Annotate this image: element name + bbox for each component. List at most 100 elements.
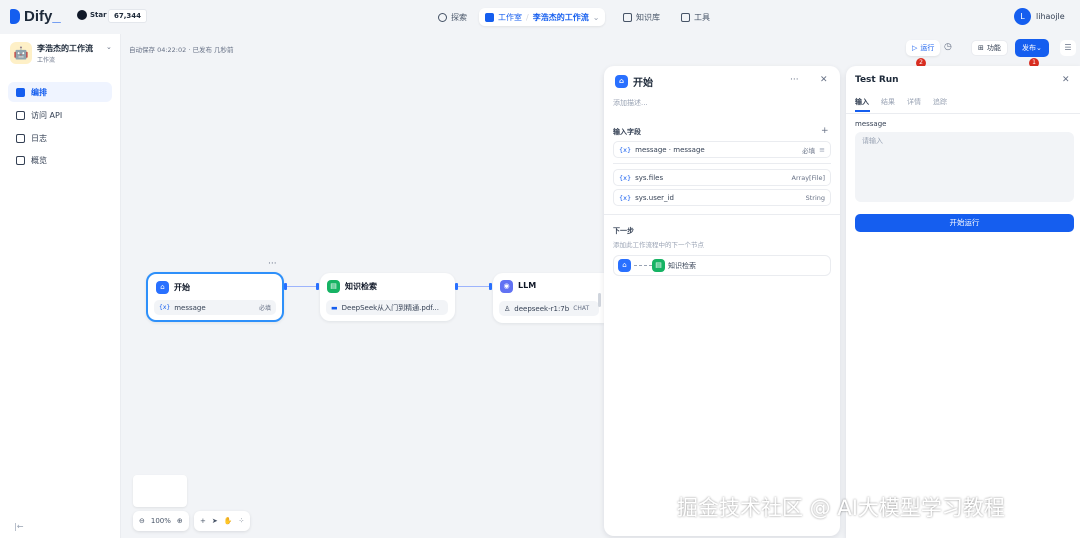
logo-text: Dify [24, 8, 53, 25]
breadcrumb-app[interactable]: 李浩杰的工作流 [533, 12, 589, 23]
studio-icon [485, 12, 494, 22]
username[interactable]: lihaojle [1036, 12, 1065, 21]
autosave-status: 自动保存 04:22:02 · 已发布 几秒前 [129, 46, 234, 54]
play-icon: ▷ [912, 44, 918, 52]
field-type: Array[File] [791, 173, 825, 182]
nav-knowledge[interactable]: 知识库 [617, 8, 666, 26]
sidebar-item-label: 访问 API [31, 110, 63, 120]
variable-icon: {x} [159, 304, 171, 311]
run-button[interactable]: ▷ 运行 [906, 40, 941, 56]
terminal-icon [16, 110, 25, 120]
nav-tools-label: 工具 [694, 12, 710, 22]
file-icon [16, 133, 25, 143]
home-icon: ⌂ [615, 75, 628, 88]
zoom-out-icon[interactable]: ⊖ [139, 517, 145, 525]
nav-studio[interactable]: 工作室 / 李浩杰的工作流 ⌄ [479, 8, 606, 26]
tab-detail[interactable]: 详情 [907, 98, 921, 106]
divider [613, 163, 831, 164]
sidebar-item-orchestrate[interactable]: 编排 [8, 82, 112, 102]
sidebar-item-api[interactable]: 访问 API [8, 105, 112, 125]
sidebar-item-overview[interactable]: 概览 [8, 150, 112, 170]
more-icon[interactable]: ··· [268, 259, 277, 269]
knowledge-icon: ▤ [652, 259, 665, 272]
github-icon [77, 10, 87, 20]
input-field-row[interactable]: {x} message · message 必填 ≡ [613, 141, 831, 158]
chevron-down-icon: ⌄ [1036, 44, 1042, 52]
sidebar-item-logs[interactable]: 日志 [8, 128, 112, 148]
orchestrate-icon [16, 87, 25, 97]
add-icon[interactable]: + [821, 126, 829, 136]
nav-tools[interactable]: 工具 [675, 8, 716, 26]
publish-label: 发布 [1022, 44, 1036, 52]
resize-handle[interactable] [598, 293, 601, 307]
hand-icon[interactable]: ✋ [224, 517, 233, 525]
variable-icon: {x} [619, 173, 632, 182]
start-node-panel: ⌂ 开始 ··· ✕ 添加描述... 输入字段 + {x} message · me… [604, 66, 840, 536]
github-star-count: 67,344 [108, 9, 148, 23]
close-icon[interactable]: ✕ [1062, 75, 1070, 85]
avatar[interactable]: L [1014, 8, 1031, 25]
pointer-icon[interactable]: ➤ [212, 517, 218, 525]
variable-icon: {x} [619, 193, 632, 202]
node-row-text: deepseek-r1:7b [514, 304, 570, 313]
chat-tag: CHAT [573, 305, 590, 312]
node-dataset-row: ▬ DeepSeek从入门到精通.pdf... [326, 300, 448, 315]
node-model-row: ♙ deepseek-r1:7b CHAT [499, 301, 599, 316]
next-step-desc: 添加此工作流程中的下一个节点 [613, 241, 704, 249]
github-star-button[interactable]: Star [77, 10, 107, 20]
list-icon: ≡ [819, 145, 825, 154]
node-variable-row: {x} message 必填 [154, 300, 276, 315]
start-run-button[interactable]: 开始运行 [855, 214, 1074, 232]
tab-result[interactable]: 结果 [881, 98, 895, 106]
knowledge-node[interactable]: ▤ 知识检索 ▬ DeepSeek从入门到精通.pdf... [320, 273, 455, 321]
panel-title: ⌂ 开始 [615, 74, 653, 89]
field-name: sys.user_id [635, 193, 674, 202]
chevron-down-icon[interactable]: ⌄ [106, 43, 112, 51]
description-input[interactable]: 添加描述... [613, 98, 648, 108]
add-node-icon[interactable]: + [200, 517, 206, 525]
divider [604, 214, 840, 215]
nav-knowledge-label: 知识库 [636, 12, 660, 22]
node-row-text: DeepSeek从入门到精通.pdf... [341, 303, 439, 312]
node-title: 开始 [174, 283, 190, 292]
chart-icon [16, 155, 25, 165]
zoom-level[interactable]: 100% [151, 517, 171, 525]
home-icon: ⌂ [618, 259, 631, 272]
app-name[interactable]: 李浩杰的工作流 [37, 43, 93, 54]
start-node[interactable]: ⌂ 开始 {x} message 必填 [146, 272, 284, 322]
app-type: 工作流 [37, 57, 56, 64]
tab-tracing[interactable]: 追踪 [933, 98, 947, 106]
collapse-sidebar-icon[interactable]: |← [14, 522, 23, 531]
breadcrumb-separator: / [526, 12, 529, 22]
nav-explore-label: 探索 [451, 12, 467, 22]
system-field-row: {x} sys.files Array[File] [613, 169, 831, 186]
dify-logo[interactable]: Dify _ [10, 8, 61, 25]
grid-icon: ⊞ [978, 44, 984, 52]
node-handle[interactable] [489, 283, 492, 290]
features-button[interactable]: ⊞ 功能 [971, 40, 1008, 56]
publish-button[interactable]: 发布 ⌄ [1015, 39, 1049, 57]
app-icon: 🤖 [10, 42, 32, 64]
features-label: 功能 [986, 44, 1001, 52]
connector-line [634, 265, 652, 266]
history-icon[interactable]: ◷ [944, 42, 952, 52]
minimap[interactable] [133, 475, 187, 507]
tab-input[interactable]: 输入 [855, 98, 869, 106]
more-icon[interactable]: ··· [790, 75, 799, 85]
home-icon: ⌂ [156, 281, 169, 294]
next-node-name[interactable]: 知识检索 [668, 261, 696, 271]
zoom-toolbar: ⊖ 100% ⊕ [133, 511, 189, 531]
zoom-in-icon[interactable]: ⊕ [177, 517, 183, 525]
test-run-tabs: 输入 结果 详情 追踪 [855, 97, 959, 107]
node-handle[interactable] [316, 283, 319, 290]
checklist-icon[interactable]: ☰ [1060, 40, 1076, 56]
field-type: String [805, 193, 825, 202]
layout-icon[interactable]: ⁘ [238, 517, 244, 525]
nav-explore[interactable]: 探索 [432, 8, 473, 26]
test-run-panel: Test Run ✕ 输入 结果 详情 追踪 message 请输入 开始运行 [846, 66, 1080, 538]
message-textarea[interactable]: 请输入 [855, 132, 1074, 202]
divider [846, 113, 1080, 114]
close-icon[interactable]: ✕ [820, 75, 828, 85]
llm-node[interactable]: ◉ LLM ♙ deepseek-r1:7b CHAT [493, 273, 604, 323]
github-star-label: Star [90, 11, 107, 19]
